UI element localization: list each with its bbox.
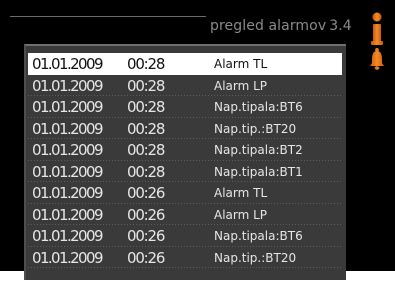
- alarm-date: 01.01.2009: [32, 184, 103, 202]
- alarm-row[interactable]: 01.01.2009 00:28 Nap.tipala:BT6: [28, 96, 342, 118]
- alarm-name: Nap.tipala:BT1: [214, 164, 303, 179]
- alarm-row[interactable]: 01.01.2009 00:28 Alarm TL: [28, 53, 342, 75]
- alarm-date: 01.01.2009: [32, 205, 103, 224]
- alarm-date: 01.01.2009: [32, 76, 103, 95]
- alarm-row[interactable]: 01.01.2009 00:28 Nap.tipala:BT2: [28, 139, 342, 161]
- alarm-name: Nap.tipala:BT6: [214, 100, 303, 114]
- alarm-date: 01.01.2009: [32, 141, 103, 159]
- alarm-name: Nap.tip.:BT20: [214, 121, 297, 136]
- alarm-list: 01.01.2009 00:28 Alarm TL 01.01.2009 00:…: [28, 53, 342, 268]
- alarm-row[interactable]: 01.01.2009 00:28 Nap.tip.:BT20: [28, 118, 342, 140]
- alarm-name: Alarm LP: [214, 78, 268, 93]
- alarm-row[interactable]: 01.01.2009 00:28 Nap.tipala:BT1: [28, 161, 342, 183]
- header-divider: [10, 16, 206, 17]
- page-number: 3.4: [329, 18, 352, 34]
- page-title-text: pregled alarmov: [210, 18, 327, 34]
- alarm-time: 00:28: [127, 76, 165, 95]
- alarm-date: 01.01.2009: [32, 55, 103, 73]
- alarm-row[interactable]: 01.01.2009 00:26 Nap.tipala:BT6: [28, 225, 342, 247]
- alarm-time: 00:26: [127, 248, 165, 267]
- alarm-row[interactable]: 01.01.2009 00:26 Nap.tip.:BT20: [28, 247, 342, 269]
- alarm-time: 00:26: [127, 184, 165, 202]
- alarm-row[interactable]: 01.01.2009 00:26 Alarm TL: [28, 182, 342, 204]
- alarm-time: 00:26: [127, 227, 165, 245]
- alarm-name: Nap.tip.:BT20: [214, 250, 297, 265]
- alarm-name: Nap.tipala:BT2: [214, 143, 303, 157]
- alarm-date: 01.01.2009: [32, 227, 103, 245]
- info-icon[interactable]: [369, 12, 385, 50]
- alarm-time: 00:28: [127, 119, 165, 138]
- bell-icon[interactable]: [368, 48, 386, 74]
- alarm-name: Alarm LP: [214, 207, 268, 222]
- alarm-time: 00:26: [127, 205, 165, 224]
- page-title: pregled alarmov 3.4: [210, 18, 352, 34]
- alarm-date: 01.01.2009: [32, 162, 103, 181]
- alarm-name: Alarm TL: [214, 186, 268, 200]
- alarm-name: Alarm TL: [214, 57, 268, 71]
- alarm-time: 00:28: [127, 98, 165, 116]
- alarm-date: 01.01.2009: [32, 98, 103, 116]
- alarm-time: 00:28: [127, 55, 165, 73]
- alarm-name: Nap.tipala:BT6: [214, 229, 303, 243]
- alarm-time: 00:28: [127, 162, 165, 181]
- alarm-date: 01.01.2009: [32, 119, 103, 138]
- display-screen: pregled alarmov 3.4 01.01.2009 00:28 Alar…: [0, 0, 395, 280]
- alarm-row[interactable]: 01.01.2009 00:26 Alarm LP: [28, 204, 342, 226]
- alarm-date: 01.01.2009: [32, 248, 103, 267]
- alarm-time: 00:28: [127, 141, 165, 159]
- alarm-row[interactable]: 01.01.2009 00:28 Alarm LP: [28, 75, 342, 97]
